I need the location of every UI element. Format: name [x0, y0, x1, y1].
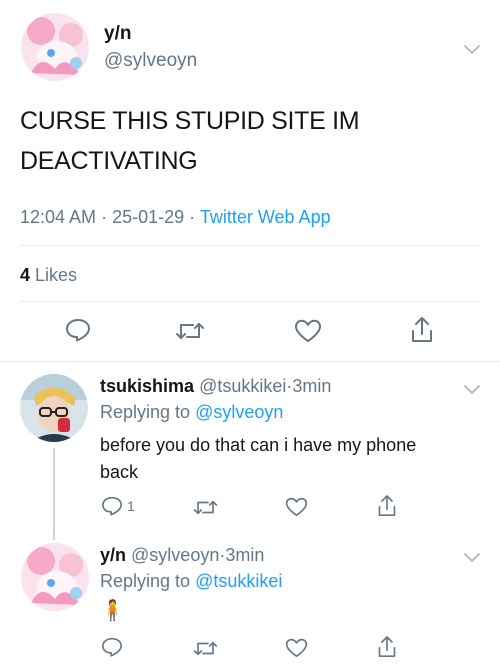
- handle[interactable]: @sylveoyn: [131, 545, 219, 565]
- meta-separator: ·: [101, 207, 108, 227]
- chevron-down-icon[interactable]: [464, 42, 480, 60]
- reply-button[interactable]: 1: [101, 496, 135, 516]
- reply-header: tsukishima @tsukkikei·3min: [100, 376, 331, 397]
- likes-label: Likes: [35, 265, 78, 285]
- avatar[interactable]: [21, 13, 89, 81]
- share-icon: [378, 636, 396, 658]
- avatar[interactable]: [21, 543, 89, 611]
- replying-prefix: Replying to: [100, 402, 191, 422]
- avatar[interactable]: [20, 374, 88, 442]
- reply-emoji: 🧍: [100, 598, 125, 622]
- likes-stat[interactable]: 4 Likes: [20, 265, 77, 286]
- replying-prefix: Replying to: [100, 571, 191, 591]
- retweet-icon: [193, 641, 218, 656]
- retweet-icon: [176, 323, 204, 339]
- like-button[interactable]: [294, 319, 322, 343]
- retweet-button[interactable]: [175, 320, 205, 342]
- reply-text: before you do that can i have my phone b…: [100, 432, 416, 486]
- chevron-down-icon[interactable]: [464, 550, 480, 568]
- reply-text-line: before you do that can i have my phone: [100, 435, 417, 455]
- like-button[interactable]: [285, 638, 308, 658]
- chevron-down-icon[interactable]: [464, 382, 480, 400]
- tweet-date: 25-01-29: [112, 207, 185, 227]
- tweet-time: 12:04 AM: [20, 207, 97, 227]
- retweet-button[interactable]: [193, 639, 218, 658]
- source-app-link[interactable]: Twitter Web App: [200, 207, 331, 227]
- like-icon: [285, 497, 308, 517]
- likes-count: 4: [20, 265, 31, 285]
- retweet-button[interactable]: [193, 498, 218, 517]
- divider: [20, 301, 480, 302]
- handle[interactable]: @tsukkikei: [199, 376, 286, 396]
- retweet-icon: [193, 500, 218, 515]
- replying-to-link[interactable]: @tsukkikei: [195, 571, 282, 591]
- reply-time: 3min: [292, 376, 332, 396]
- tweet-text-line: DEACTIVATING: [20, 147, 198, 175]
- share-button[interactable]: [377, 494, 397, 518]
- tweet-text: CURSE THIS STUPID SITE IM DEACTIVATING: [20, 101, 360, 181]
- reply-icon: [102, 637, 122, 657]
- reply-icon: [102, 496, 122, 516]
- divider: [0, 361, 500, 362]
- display-name[interactable]: y/n: [100, 545, 126, 565]
- share-button[interactable]: [377, 635, 397, 659]
- handle[interactable]: @sylveoyn: [104, 50, 197, 72]
- like-button[interactable]: [285, 497, 308, 517]
- display-name[interactable]: y/n: [104, 23, 131, 45]
- like-icon: [285, 638, 308, 658]
- divider: [20, 245, 480, 246]
- replying-to-link[interactable]: @sylveoyn: [195, 402, 283, 422]
- reply-button[interactable]: [101, 637, 123, 657]
- replying-to: Replying to @tsukkikei: [100, 571, 282, 592]
- reply-text-line: back: [100, 462, 139, 482]
- replying-to: Replying to @sylveoyn: [100, 402, 283, 423]
- reply-time: 3min: [225, 545, 265, 565]
- like-icon: [295, 319, 321, 342]
- tweet-text-line: CURSE THIS STUPID SITE IM: [20, 107, 360, 135]
- tweet-meta: 12:04 AM · 25-01-29 · Twitter Web App: [20, 207, 331, 228]
- reply-header: y/n @sylveoyn·3min: [100, 545, 264, 566]
- share-icon: [378, 495, 396, 516]
- share-button[interactable]: [410, 316, 434, 344]
- share-icon: [412, 317, 432, 342]
- display-name[interactable]: tsukishima: [100, 376, 194, 396]
- reply-icon: [66, 319, 90, 342]
- thread-line: [53, 448, 55, 540]
- reply-button[interactable]: [65, 318, 91, 342]
- reply-count: 1: [127, 498, 135, 514]
- meta-separator: ·: [189, 207, 196, 227]
